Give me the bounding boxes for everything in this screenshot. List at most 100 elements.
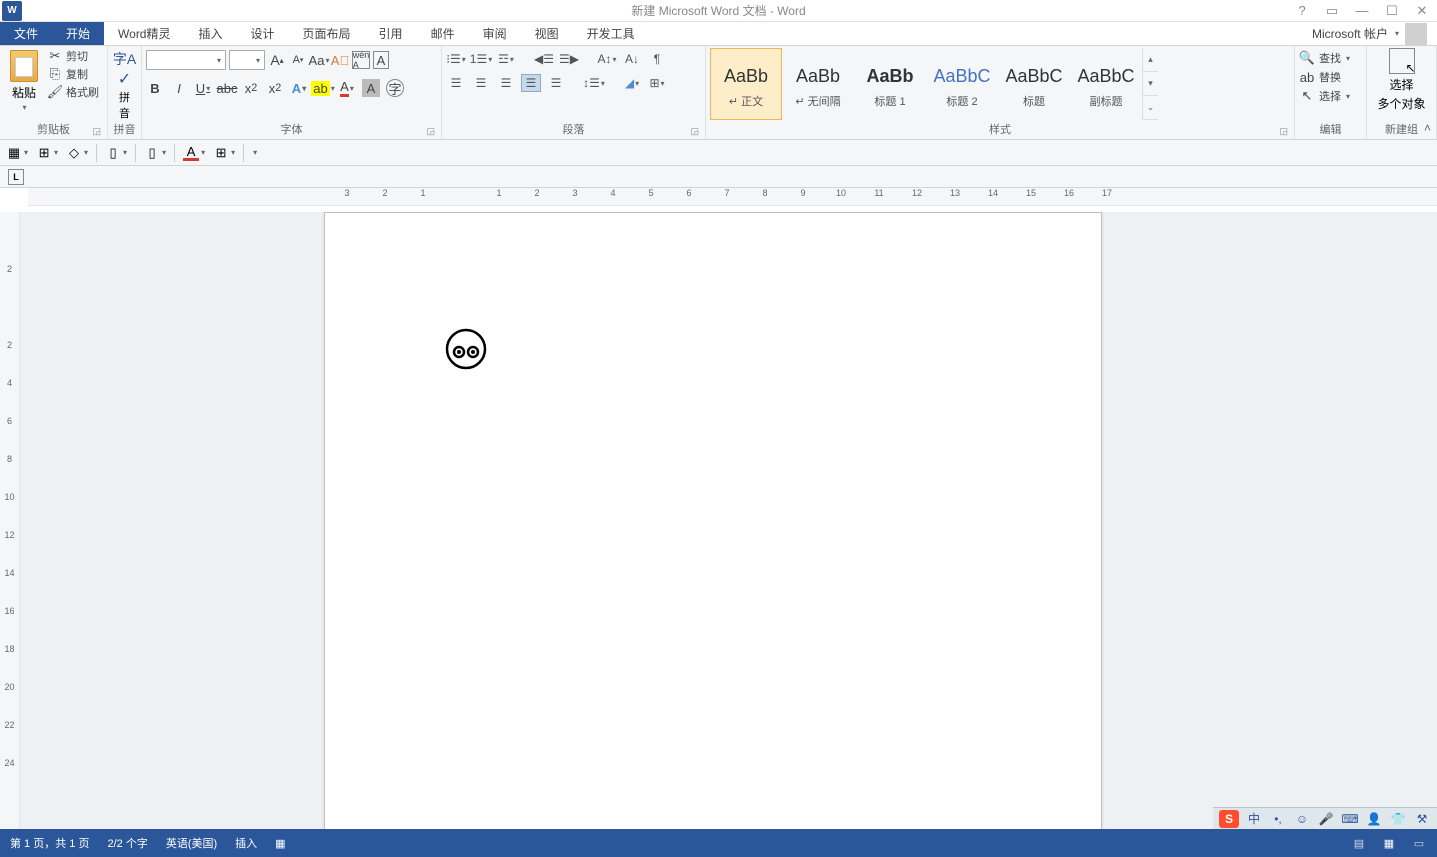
shrink-font-button[interactable]: A▾ [289,51,307,69]
character-shading-button[interactable]: A [362,79,380,97]
styles-scroll-up-icon[interactable]: ▴ [1143,48,1158,72]
minimize-icon[interactable]: ― [1347,1,1377,21]
collapse-ribbon-icon[interactable]: ˄ [1424,121,1431,135]
tab-insert[interactable]: 插入 [185,22,237,45]
qat-item-1[interactable]: ▦▾ [6,145,28,161]
web-layout-icon[interactable]: ▭ [1407,833,1431,853]
enclose-char-button[interactable]: 字 [386,79,404,97]
cut-button[interactable]: ✂剪切 [47,48,99,64]
help-icon[interactable]: ? [1287,1,1317,21]
style-title[interactable]: AaBbC标题 [998,48,1070,120]
styles-launcher-icon[interactable]: ◲ [1279,126,1288,137]
text-direction-button[interactable]: A↕▾ [597,50,617,68]
clipboard-launcher-icon[interactable]: ◲ [92,126,101,137]
font-color-button[interactable]: A▾ [338,79,356,97]
tab-file[interactable]: 文件 [0,22,52,45]
tab-home[interactable]: 开始 [52,22,104,45]
tab-review[interactable]: 审阅 [469,22,521,45]
tab-design[interactable]: 设计 [237,22,289,45]
align-center-button[interactable]: ☰ [471,74,491,92]
align-distribute-button[interactable]: ☰ [546,74,566,92]
ime-user-icon[interactable]: 👤 [1365,810,1383,828]
italic-button[interactable]: I [170,79,188,97]
style-heading1[interactable]: AaBb标题 1 [854,48,926,120]
ime-emoji-icon[interactable]: ☺ [1293,810,1311,828]
select-objects-button[interactable]: ↖ 选择 多个对象 [1372,48,1432,112]
select-button[interactable]: ↖选择▾ [1299,88,1350,104]
ime-tools-icon[interactable]: ⚒ [1413,810,1431,828]
bold-button[interactable]: B [146,79,164,97]
tab-developer[interactable]: 开发工具 [573,22,649,45]
strikethrough-button[interactable]: abc [218,79,236,97]
grow-font-button[interactable]: A▴ [268,51,286,69]
sort-button[interactable]: A↓ [622,50,642,68]
qat-item-5[interactable]: ▯▾ [144,145,166,161]
status-page[interactable]: 第 1 页，共 1 页 [10,835,89,851]
increase-indent-button[interactable]: ☰▶ [559,50,579,68]
align-right-button[interactable]: ☰ [496,74,516,92]
tab-references[interactable]: 引用 [365,22,417,45]
qat-item-6[interactable]: A▾ [183,145,205,161]
qat-item-3[interactable]: ◇▾ [66,145,88,161]
styles-scroll-down-icon[interactable]: ▾ [1143,72,1158,96]
decrease-indent-button[interactable]: ◀☰ [534,50,554,68]
multilevel-button[interactable]: ☲▾ [496,50,516,68]
ime-skin-icon[interactable]: 👕 [1389,810,1407,828]
ribbon-display-icon[interactable]: ▭ [1317,1,1347,21]
change-case-button[interactable]: Aa▾ [310,51,328,69]
shading-button[interactable]: ◢▾ [622,74,642,92]
qat-customize[interactable]: ▾ [252,148,257,157]
status-words[interactable]: 2/2 个字 [107,835,147,851]
ime-keyboard-icon[interactable]: ⌨ [1341,810,1359,828]
show-marks-button[interactable]: ¶ [647,50,667,68]
styles-gallery[interactable]: AaBb↵ 正文 AaBb↵ 无间隔 AaBb标题 1 AaBbC标题 2 Aa… [710,48,1158,120]
page[interactable] [324,212,1102,829]
tab-view[interactable]: 视图 [521,22,573,45]
ime-punct-icon[interactable]: •, [1269,810,1287,828]
read-mode-icon[interactable]: ▤ [1347,833,1371,853]
align-justify-button[interactable]: ☰ [521,74,541,92]
copy-button[interactable]: ⎘复制 [47,66,99,82]
superscript-button[interactable]: x2 [266,79,284,97]
status-mode[interactable]: 插入 [235,835,257,851]
styles-more-icon[interactable]: ⌄ [1143,96,1158,120]
numbering-button[interactable]: 1☰▾ [471,50,491,68]
underline-button[interactable]: U▾ [194,79,212,97]
sogou-icon[interactable]: S [1219,810,1239,828]
tab-word-wizard[interactable]: Word精灵 [104,22,184,45]
print-layout-icon[interactable]: ▦ [1377,833,1401,853]
horizontal-ruler[interactable]: 3211234567891011121314151617 [28,188,1437,206]
font-name-combo[interactable]: ▾ [146,50,226,70]
style-no-spacing[interactable]: AaBb↵ 无间隔 [782,48,854,120]
paragraph-launcher-icon[interactable]: ◲ [690,126,699,137]
tab-selector[interactable]: L [8,169,24,185]
borders-button[interactable]: ⊞▾ [647,74,667,92]
clear-format-button[interactable]: A⃠ [331,51,349,69]
text-effects-button[interactable]: A▾ [290,79,308,97]
format-painter-button[interactable]: 🖌格式刷 [47,84,99,100]
align-left-button[interactable]: ☰ [446,74,466,92]
find-button[interactable]: 🔍查找▾ [1299,50,1350,66]
subscript-button[interactable]: x2 [242,79,260,97]
highlight-button[interactable]: ab▾ [314,79,332,97]
style-subtitle[interactable]: AaBbC副标题 [1070,48,1142,120]
phonetic-guide-button[interactable]: wénA [352,51,370,69]
qat-item-4[interactable]: ▯▾ [105,145,127,161]
status-macro-icon[interactable]: ▦ [275,837,285,850]
character-border-button[interactable]: A [373,51,389,69]
line-spacing-button[interactable]: ↕☰▾ [584,74,604,92]
paste-dropdown-icon[interactable]: ▾ [22,103,26,112]
bullets-button[interactable]: ⁝☰▾ [446,50,466,68]
maximize-icon[interactable]: ☐ [1377,1,1407,21]
paste-button[interactable]: 粘贴 ▾ [4,48,44,114]
font-launcher-icon[interactable]: ◲ [426,126,435,137]
ime-mic-icon[interactable]: 🎤 [1317,810,1335,828]
pinyin-button[interactable]: 字A ✓ 拼 音 [113,49,136,121]
ime-cn-button[interactable]: 中 [1245,810,1263,828]
font-size-combo[interactable]: ▾ [229,50,265,70]
status-language[interactable]: 英语(美国) [166,835,217,851]
tab-layout[interactable]: 页面布局 [289,22,365,45]
style-heading2[interactable]: AaBbC标题 2 [926,48,998,120]
tab-mailings[interactable]: 邮件 [417,22,469,45]
account-area[interactable]: Microsoft 帐户 ▾ [1312,22,1427,45]
